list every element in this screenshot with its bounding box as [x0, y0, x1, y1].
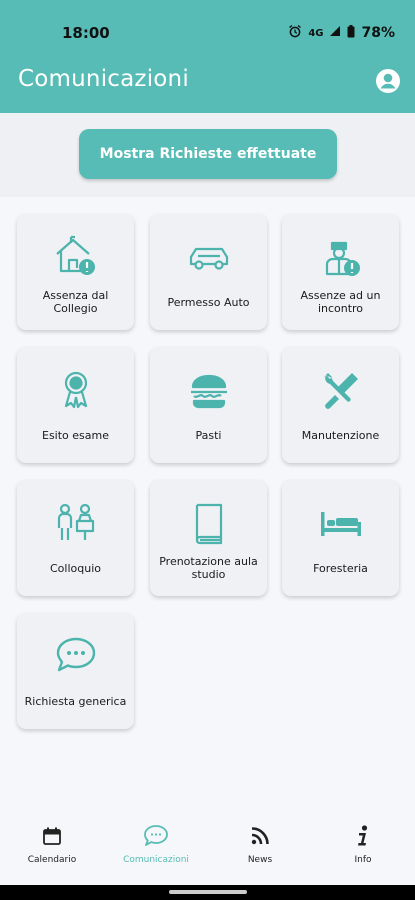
chat-icon [111, 821, 201, 851]
card-label: Foresteria [313, 561, 368, 575]
status-bar: 18:00 4G 78% [0, 0, 415, 58]
card-label: Colloquio [50, 561, 101, 575]
card-label: Assenza dal Collegio [42, 289, 109, 315]
car-icon [150, 234, 267, 280]
meeting-icon [17, 500, 134, 546]
rss-icon [215, 821, 305, 851]
battery-icon [347, 24, 355, 42]
card-assenza-collegio[interactable]: Assenza dal Collegio [17, 214, 134, 330]
battery-level: 78% [361, 25, 395, 41]
book-icon [150, 500, 267, 546]
status-time: 18:00 [62, 24, 110, 42]
app-bar: Comunicazioni [0, 58, 415, 113]
person-alert-icon [282, 234, 399, 280]
alarm-icon [288, 24, 302, 42]
card-assenze-incontro[interactable]: Assenze ad un incontro [282, 214, 399, 330]
account-icon[interactable] [375, 68, 401, 94]
nav-label: Calendario [27, 855, 77, 865]
gesture-bar [0, 885, 415, 900]
nav-item-calendario[interactable]: Calendario [7, 821, 97, 865]
card-foresteria[interactable]: Foresteria [282, 480, 399, 596]
card-label: Assenze ad un incontro [300, 289, 381, 315]
network-type: 4G [308, 27, 324, 39]
show-requests-button[interactable]: Mostra Richieste effettuate [79, 129, 337, 179]
nav-label: News [247, 855, 273, 865]
card-permesso-auto[interactable]: Permesso Auto [150, 214, 267, 330]
nav-item-info[interactable]: Info [318, 821, 408, 865]
card-manutenzione[interactable]: Manutenzione [282, 347, 399, 463]
chat-bubble-icon [17, 633, 134, 679]
card-label: Pasti [195, 428, 222, 442]
tools-icon [282, 367, 399, 413]
signal-icon [329, 25, 341, 41]
calendar-icon [7, 821, 97, 851]
nav-item-comunicazioni[interactable]: Comunicazioni [111, 821, 201, 865]
card-pasti[interactable]: Pasti [150, 347, 267, 463]
bottom-navigation: Calendario Comunicazioni News Info [0, 815, 415, 885]
card-prenotazione-aula[interactable]: Prenotazione aula studio [150, 480, 267, 596]
card-label: Richiesta generica [24, 694, 127, 708]
nav-label: Comunicazioni [123, 855, 189, 865]
card-richiesta-generica[interactable]: Richiesta generica [17, 613, 134, 729]
nav-label: Info [354, 855, 372, 865]
award-ribbon-icon [17, 367, 134, 413]
page-title: Comunicazioni [18, 66, 189, 92]
bed-icon [282, 500, 399, 546]
nav-item-news[interactable]: News [215, 821, 305, 865]
card-label: Esito esame [42, 428, 109, 442]
card-label: Prenotazione aula studio [159, 555, 258, 581]
info-icon [318, 821, 408, 851]
top-section: Mostra Richieste effettuate [0, 113, 415, 197]
house-alert-icon [17, 234, 134, 280]
card-label: Permesso Auto [167, 295, 250, 309]
status-icons: 4G 78% [288, 24, 395, 42]
card-esito-esame[interactable]: Esito esame [17, 347, 134, 463]
gesture-handle[interactable] [169, 890, 247, 894]
card-colloquio[interactable]: Colloquio [17, 480, 134, 596]
card-label: Manutenzione [301, 428, 380, 442]
burger-icon [150, 367, 267, 413]
